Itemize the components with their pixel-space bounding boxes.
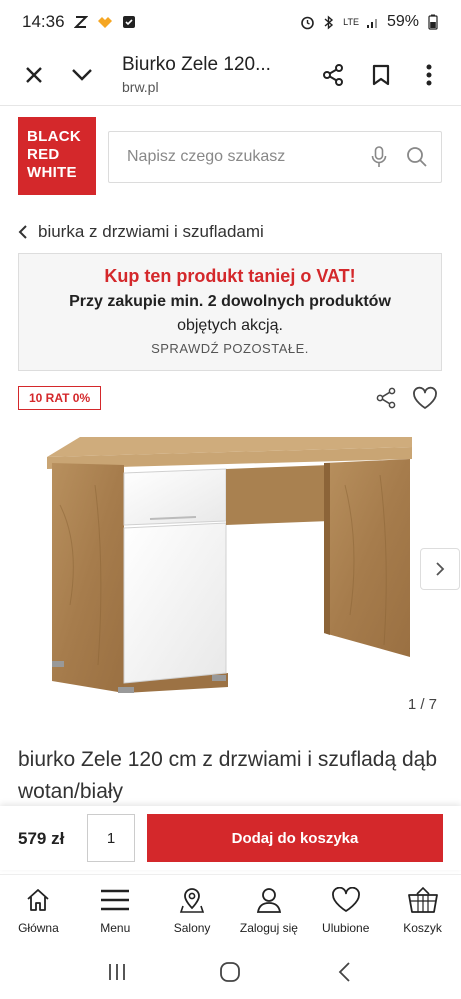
nav-label-menu: Menu — [100, 921, 131, 935]
heart-icon — [413, 386, 437, 409]
chevron-down-icon — [72, 68, 92, 81]
alarm-icon — [299, 14, 315, 30]
checkbox-notification-icon — [121, 14, 137, 30]
quantity-input[interactable]: 1 — [87, 814, 135, 862]
chevron-right-icon — [436, 562, 445, 576]
product-title: biurko Zele 120 cm z drzwiami i szufladą… — [18, 748, 438, 803]
product-price: 579 zł — [18, 829, 65, 848]
bookmark-button[interactable] — [357, 51, 405, 99]
bluetooth-icon — [321, 14, 337, 30]
nav-item-cart[interactable]: Koszyk — [384, 875, 461, 942]
share-page-button[interactable] — [309, 51, 357, 99]
nav-item-home[interactable]: Główna — [0, 875, 77, 942]
search-input[interactable]: Napisz czego szukasz — [108, 131, 442, 183]
product-image[interactable] — [0, 425, 461, 715]
share-icon — [323, 63, 343, 86]
location-icon — [176, 885, 208, 915]
promo-condition: Przy zakupie min. 2 dowolnych produktów — [69, 293, 391, 310]
installments-badge: 10 RAT 0% — [18, 386, 102, 410]
collapse-button[interactable] — [58, 51, 106, 99]
close-icon — [26, 66, 42, 83]
more-vertical-icon — [426, 64, 432, 85]
promo-title: Kup ten produkt taniej o VAT! — [104, 266, 356, 286]
logo-line-1: BLACK — [27, 128, 81, 145]
nav-label-home: Główna — [18, 921, 59, 935]
page-title: Biurko Zele 120... — [122, 54, 271, 75]
battery-level: 59% — [386, 13, 419, 30]
home-circle-icon — [220, 961, 241, 982]
menu-icon — [99, 885, 131, 915]
promo-condition-cont: objętych akcją. — [177, 317, 283, 334]
logo-line-3: WHITE — [27, 164, 77, 181]
browser-toolbar: Biurko Zele 120... brw.pl — [0, 44, 461, 106]
nav-item-menu[interactable]: Menu — [77, 875, 154, 942]
breadcrumb[interactable]: biurka z drzwiami i szufladami — [18, 222, 264, 242]
logo-line-2: RED — [27, 146, 60, 163]
search-icon — [407, 147, 427, 167]
nav-label-cart: Koszyk — [403, 921, 442, 935]
vat-promo-banner: Kup ten produkt taniej o VAT! Przy zakup… — [18, 253, 442, 371]
network-type: LTE — [343, 16, 359, 27]
nav-label-login: Zaloguj się — [239, 921, 298, 935]
share-icon — [376, 387, 396, 409]
recent-apps-icon — [108, 963, 125, 980]
home-system-button[interactable] — [210, 952, 250, 992]
nav-label-stores: Salony — [173, 921, 211, 935]
voice-search-button[interactable] — [365, 143, 393, 171]
desk-illustration — [47, 437, 412, 693]
cart-icon — [407, 885, 439, 915]
page-url: brw.pl — [122, 79, 159, 95]
recent-apps-button[interactable] — [97, 952, 137, 992]
system-navigation-bar — [0, 944, 461, 999]
nav-item-stores[interactable]: Salony — [154, 875, 231, 942]
heart-icon — [330, 885, 362, 915]
add-to-cart-button[interactable]: Dodaj do koszyka — [147, 814, 443, 862]
gallery-next-button[interactable] — [420, 548, 460, 590]
search-button[interactable] — [403, 143, 431, 171]
nav-label-favorites: Ulubione — [322, 921, 370, 935]
nav-item-favorites[interactable]: Ulubione — [307, 875, 384, 942]
battery-icon — [425, 14, 441, 30]
bottom-navigation: Główna Menu Salony Zaloguj się Ulubione … — [0, 874, 461, 942]
chevron-left-icon — [18, 225, 27, 239]
back-icon — [338, 961, 350, 982]
close-tab-button[interactable] — [10, 51, 58, 99]
share-product-button[interactable] — [372, 384, 400, 412]
microphone-icon — [371, 146, 387, 167]
page-info[interactable]: Biurko Zele 120... brw.pl — [106, 54, 309, 95]
nav-item-login[interactable]: Zaloguj się — [230, 875, 307, 942]
app-notification-icon — [97, 14, 113, 30]
gallery-counter: 1 / 7 — [407, 696, 437, 713]
user-icon — [253, 885, 285, 915]
breadcrumb-label: biurka z drzwiami i szufladami — [38, 222, 264, 241]
more-options-button[interactable] — [405, 51, 453, 99]
status-bar: 14:36 LTE 59% — [0, 0, 461, 44]
signal-icon — [365, 14, 381, 30]
home-icon — [22, 885, 54, 915]
promo-see-more-link[interactable]: SPRAWDŹ POZOSTAŁE. — [19, 341, 441, 356]
search-placeholder: Napisz czego szukasz — [127, 148, 286, 165]
status-time: 14:36 — [22, 12, 65, 31]
add-to-favorites-button[interactable] — [410, 383, 440, 413]
bookmark-icon — [372, 64, 390, 85]
notification-icon — [73, 14, 89, 30]
brand-logo[interactable]: BLACK RED WHITE — [18, 117, 96, 195]
back-system-button[interactable] — [324, 952, 364, 992]
